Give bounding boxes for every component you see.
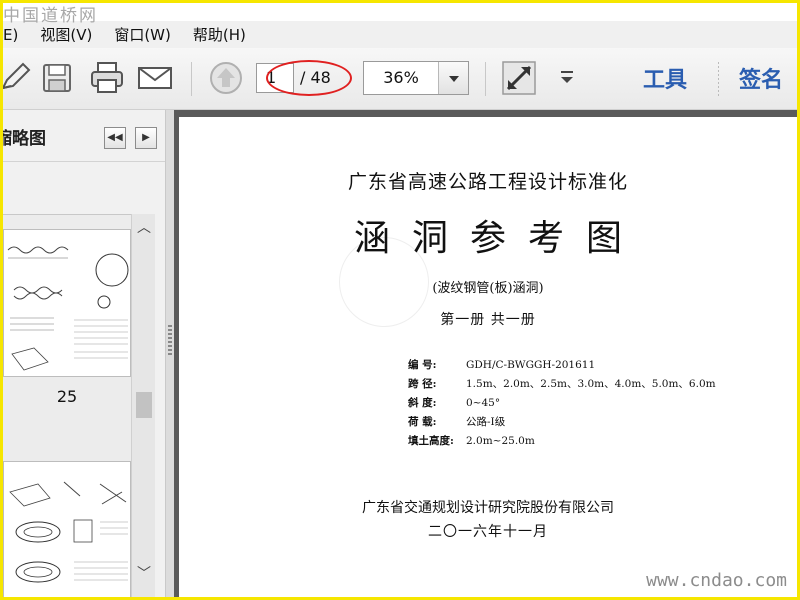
scrollbar-thumb[interactable] [136,392,152,418]
doc-title: 涵洞参考图 [353,218,644,259]
thumbnail-panel: 缩略图 ◀◀ ▶ 25 ︿ ﹀ [3,110,166,597]
more-icon[interactable] [551,60,587,96]
spec-value: GDH/C-BWGGH-201611 [466,359,596,371]
spec-row: 跨 径: 1.5m、2.0m、2.5m、3.0m、4.0m、5.0m、6.0m [408,376,716,391]
spec-row: 编 号: GDH/C-BWGGH-201611 [408,357,595,372]
collapse-panel-button[interactable]: ◀◀ [104,127,126,149]
toolbar-separator [718,62,719,96]
menu-edit[interactable]: E) [3,26,18,44]
spec-key: 跨 径: [408,378,437,390]
page-number-input[interactable]: 1 [256,63,294,93]
page-total-label: / 48 [300,68,331,87]
watermark-url-text: www.cndao.com [646,570,787,591]
thumbnail-scrollbar[interactable]: ︿ ﹀ [131,214,155,597]
zoom-select[interactable]: 36% [363,61,469,95]
doc-organization: 广东省交通规划设计研究院股份有限公司 [362,500,614,516]
doc-volume: 第一册 共一册 [440,312,536,328]
splitter-grip-icon [168,325,172,355]
spec-row: 斜 度: 0~45° [408,395,500,410]
save-icon[interactable] [39,60,75,96]
thumbnail-panel-title: 缩略图 [3,129,46,149]
document-viewport[interactable]: 广东省高速公路工程设计标准化 涵洞参考图 (波纹钢管(板)涵洞) 第一册 共一册… [174,110,797,597]
panel-splitter[interactable] [166,110,174,597]
toolbar-separator [485,62,486,96]
email-icon[interactable] [137,60,173,96]
thumbnail-drawing [7,246,129,371]
spec-value: 公路-I级 [466,416,506,428]
spec-row: 填土高度: 2.0m~25.0m [408,433,535,448]
spec-key: 填土高度: [408,435,454,447]
page-thumbnail[interactable] [3,461,131,597]
toolbar-separator [191,62,192,96]
spec-row: 荷 载: 公路-I级 [408,414,505,429]
toolbar: 1 / 48 36% 工具 签名 [3,48,797,110]
zoom-dropdown-button[interactable] [438,62,468,94]
spec-key: 编 号: [408,359,437,371]
thumbnail-drawing [9,481,128,583]
doc-date: 二〇一六年十一月 [428,524,548,540]
doc-heading-line: 广东省高速公路工程设计标准化 [347,171,628,193]
thumbnail-panel-header: 缩略图 ◀◀ ▶ [3,110,165,162]
spec-key: 荷 载: [408,416,437,428]
edit-icon[interactable] [3,60,33,96]
sign-button[interactable]: 签名 [739,62,783,94]
page-thumbnail[interactable] [3,229,131,377]
page-up-icon[interactable] [208,60,244,96]
scroll-down-icon[interactable]: ﹀ [132,562,156,586]
thumbnail-page-number: 25 [56,387,78,406]
fullscreen-icon[interactable] [501,60,537,96]
spec-key: 斜 度: [408,397,437,409]
document-page: 广东省高速公路工程设计标准化 涵洞参考图 (波纹钢管(板)涵洞) 第一册 共一册… [179,117,797,597]
menu-bar: E) 视图(V) 窗口(W) 帮助(H) [3,21,797,48]
tools-button[interactable]: 工具 [643,62,687,94]
watermark-logo-text: 中国道桥网 [3,6,98,26]
menu-view[interactable]: 视图(V) [40,24,92,45]
next-panel-button[interactable]: ▶ [135,127,157,149]
doc-subtitle: (波纹钢管(板)涵洞) [432,281,544,296]
app-window: 中国道桥网 E) 视图(V) 窗口(W) 帮助(H) 1 / 48 36% 工具… [3,3,797,597]
zoom-value: 36% [383,68,419,87]
menu-window[interactable]: 窗口(W) [114,24,171,45]
print-icon[interactable] [89,60,125,96]
spec-value: 2.0m~25.0m [466,435,535,447]
menu-help[interactable]: 帮助(H) [193,24,246,45]
scroll-up-icon[interactable]: ︿ [132,216,156,240]
spec-value: 0~45° [466,397,501,409]
spec-value: 1.5m、2.0m、2.5m、3.0m、4.0m、5.0m、6.0m [466,378,716,390]
